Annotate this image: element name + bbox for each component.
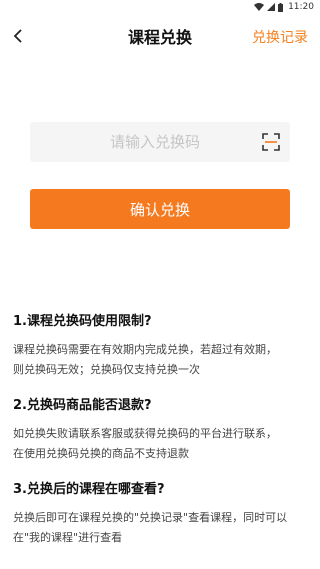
scan-button[interactable] <box>252 122 290 162</box>
redeem-record-link[interactable]: 兑换记录 <box>252 27 308 47</box>
faq-question: 2.兑换码商品能否退款? <box>13 398 152 413</box>
faq-answer-line: 兑换后即可在课程兑换的"兑换记录"查看课程，同时可以 <box>13 511 288 524</box>
page-title: 课程兑换 <box>127 28 192 47</box>
redeem-code-input[interactable] <box>30 122 252 162</box>
status-time: 11:20 <box>288 2 314 12</box>
navigation-bar: 课程兑换 兑换记录 <box>0 14 320 58</box>
chevron-left-icon <box>13 29 22 43</box>
wifi-icon <box>254 3 265 11</box>
faq-item: 3.兑换后的课程在哪查看? 兑换后即可在课程兑换的"兑换记录"查看课程，同时可以… <box>13 481 313 548</box>
faq-answer: 课程兑换码需要在有效期内完成兑换，若超过有效期， 则兑换码无效；兑换码仅支持兑换… <box>13 340 313 380</box>
confirm-redeem-button[interactable]: 确认兑换 <box>30 189 290 229</box>
faq-answer-line: 在使用兑换码兑换的商品不支持退款 <box>13 447 189 460</box>
faq-question: 1.课程兑换码使用限制? <box>13 314 152 329</box>
battery-icon <box>278 2 284 12</box>
status-bar: 11:20 <box>0 0 320 14</box>
redeem-code-box <box>30 122 290 162</box>
faq-answer: 如兑换失败请联系客服或获得兑换码的平台进行联系， 在使用兑换码兑换的商品不支持退… <box>13 424 313 464</box>
faq-item: 2.兑换码商品能否退款? 如兑换失败请联系客服或获得兑换码的平台进行联系， 在使… <box>13 397 313 464</box>
faq-answer-line: 如兑换失败请联系客服或获得兑换码的平台进行联系， <box>13 427 277 440</box>
signal-icon <box>267 3 276 11</box>
faq-section: 1.课程兑换码使用限制? 课程兑换码需要在有效期内完成兑换，若超过有效期， 则兑… <box>13 313 313 565</box>
scan-icon <box>262 133 280 151</box>
faq-answer-line: 课程兑换码需要在有效期内完成兑换，若超过有效期， <box>13 343 277 356</box>
faq-question: 3.兑换后的课程在哪查看? <box>13 482 165 497</box>
faq-answer: 兑换后即可在课程兑换的"兑换记录"查看课程，同时可以 在"我的课程"进行查看 <box>13 508 313 548</box>
faq-answer-line: 则兑换码无效；兑换码仅支持兑换一次 <box>13 363 200 376</box>
faq-item: 1.课程兑换码使用限制? 课程兑换码需要在有效期内完成兑换，若超过有效期， 则兑… <box>13 313 313 380</box>
back-button[interactable] <box>8 26 28 46</box>
faq-answer-line: 在"我的课程"进行查看 <box>13 531 123 544</box>
